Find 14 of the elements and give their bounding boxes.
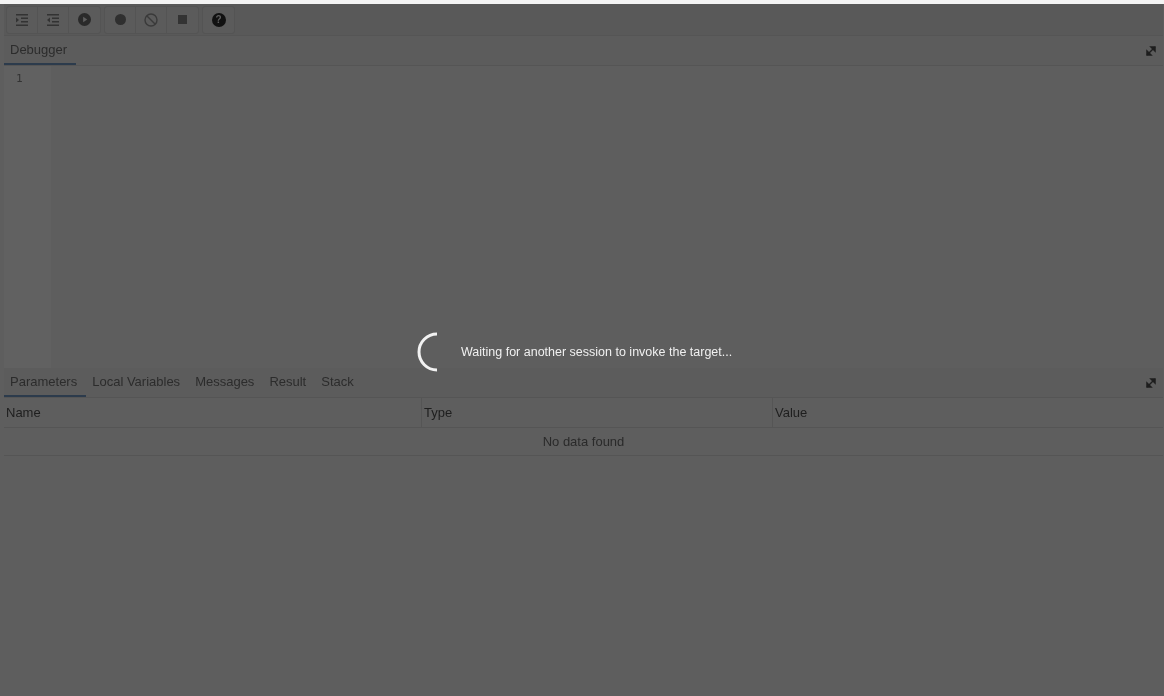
dot-icon <box>114 14 126 25</box>
help-button[interactable]: ? <box>203 6 234 33</box>
expand-icon[interactable] <box>1145 376 1157 389</box>
play-icon <box>78 13 91 26</box>
stop-icon <box>178 15 187 24</box>
ban-icon <box>144 12 158 27</box>
loading-message: Waiting for another session to invoke the target... <box>461 345 733 359</box>
outdent-icon <box>47 13 59 26</box>
help-icon: ? <box>211 12 226 27</box>
indent-icon <box>16 13 28 26</box>
column-header: Name <box>4 398 422 427</box>
column-header: Type <box>422 398 773 427</box>
expand-icon[interactable] <box>1145 44 1157 57</box>
column-header: Value <box>774 404 809 422</box>
